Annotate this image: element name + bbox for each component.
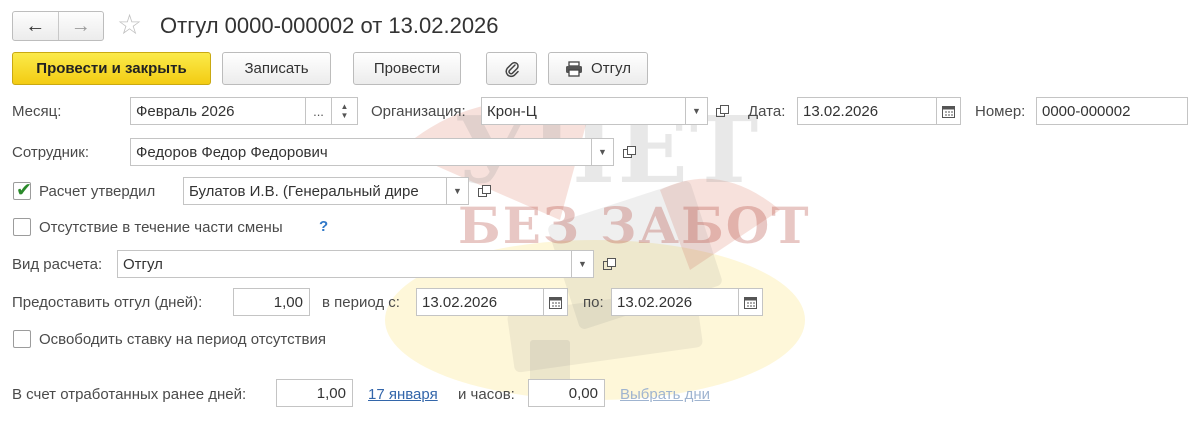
spinner-up-icon: ▲: [340, 102, 349, 111]
organization-open-button[interactable]: [711, 100, 733, 122]
print-button-label: Отгул: [591, 60, 631, 77]
employee-open-button[interactable]: [618, 141, 640, 163]
organization-dropdown[interactable]: ▼: [686, 97, 708, 125]
month-label: Месяц:: [12, 103, 62, 120]
calc-type-dropdown[interactable]: ▼: [572, 250, 594, 278]
calendar-icon: [942, 105, 955, 118]
spinner-down-icon: ▼: [340, 111, 349, 120]
navigation-buttons: ← →: [12, 11, 104, 41]
post-and-close-button[interactable]: Провести и закрыть: [12, 52, 211, 85]
number-label: Номер:: [975, 103, 1026, 120]
free-rate-label: Освободить ставку на период отсутствия: [39, 331, 326, 348]
period-to-label: по:: [583, 294, 604, 311]
employee-label: Сотрудник:: [12, 144, 90, 161]
number-field[interactable]: 0000-000002: [1036, 97, 1188, 125]
choose-days-link[interactable]: Выбрать дни: [620, 386, 710, 403]
worked-days-label: В счет отработанных ранее дней:: [12, 386, 247, 403]
calc-type-open-button[interactable]: [598, 253, 620, 275]
partial-shift-checkbox[interactable]: [13, 218, 31, 236]
open-form-icon: [715, 104, 729, 117]
days-field[interactable]: 1,00: [233, 288, 310, 316]
partial-shift-label: Отсутствие в течение части смены: [39, 219, 283, 236]
back-button[interactable]: ←: [13, 12, 58, 40]
approved-checkbox[interactable]: ✔: [13, 180, 32, 201]
approved-label: Расчет утвердил: [39, 183, 156, 200]
post-button[interactable]: Провести: [353, 52, 461, 85]
page-title: Отгул 0000-000002 от 13.02.2026: [160, 13, 499, 38]
watermark-subtitle: БЕЗ ЗАБОТ: [458, 196, 811, 255]
employee-field[interactable]: Федоров Федор Федорович: [130, 138, 592, 166]
open-form-icon: [477, 184, 491, 197]
period-to-calendar-button[interactable]: [739, 288, 763, 316]
arrow-left-icon: ←: [25, 14, 46, 37]
date-calendar-button[interactable]: [937, 97, 961, 125]
chevron-down-icon: ▼: [692, 106, 701, 116]
calendar-icon: [744, 296, 757, 309]
period-from-calendar-button[interactable]: [544, 288, 568, 316]
period-from-label: в период с:: [322, 294, 400, 311]
print-button[interactable]: Отгул: [548, 52, 648, 85]
employee-dropdown[interactable]: ▼: [592, 138, 614, 166]
calendar-icon: [549, 296, 562, 309]
forward-button[interactable]: →: [57, 12, 104, 40]
arrow-right-icon: →: [70, 14, 91, 37]
hours-label: и часов:: [458, 386, 515, 403]
paperclip-icon: [504, 61, 519, 77]
organization-label: Организация:: [371, 103, 466, 120]
period-to-field[interactable]: 13.02.2026: [611, 288, 739, 316]
open-form-icon: [602, 257, 616, 270]
open-form-icon: [622, 145, 636, 158]
worked-date-link[interactable]: 17 января: [368, 386, 438, 403]
hours-field[interactable]: 0,00: [528, 379, 605, 407]
chevron-down-icon: ▼: [578, 259, 587, 269]
attach-button[interactable]: [486, 52, 537, 85]
days-label: Предоставить отгул (дней):: [12, 294, 203, 311]
save-button[interactable]: Записать: [222, 52, 331, 85]
approved-by-open-button[interactable]: [473, 180, 495, 202]
free-rate-checkbox[interactable]: [13, 330, 31, 348]
month-spinner[interactable]: ▲ ▼: [332, 97, 358, 125]
checkmark-icon: ✔: [16, 180, 32, 201]
calc-type-label: Вид расчета:: [12, 256, 103, 273]
calc-type-field[interactable]: Отгул: [117, 250, 572, 278]
chevron-down-icon: ▼: [453, 186, 462, 196]
month-select-button[interactable]: ...: [306, 97, 332, 125]
worked-days-field[interactable]: 1,00: [276, 379, 353, 407]
organization-field[interactable]: Крон-Ц: [481, 97, 686, 125]
date-field[interactable]: 13.02.2026: [797, 97, 937, 125]
approved-by-dropdown[interactable]: ▼: [447, 177, 469, 205]
help-icon[interactable]: ?: [319, 218, 328, 235]
period-from-field[interactable]: 13.02.2026: [416, 288, 544, 316]
date-label: Дата:: [748, 103, 786, 120]
star-icon[interactable]: ☆: [117, 10, 142, 40]
approved-by-field[interactable]: Булатов И.В. (Генеральный дире: [183, 177, 447, 205]
month-field[interactable]: Февраль 2026: [130, 97, 306, 125]
chevron-down-icon: ▼: [598, 147, 607, 157]
printer-icon: [566, 60, 583, 77]
